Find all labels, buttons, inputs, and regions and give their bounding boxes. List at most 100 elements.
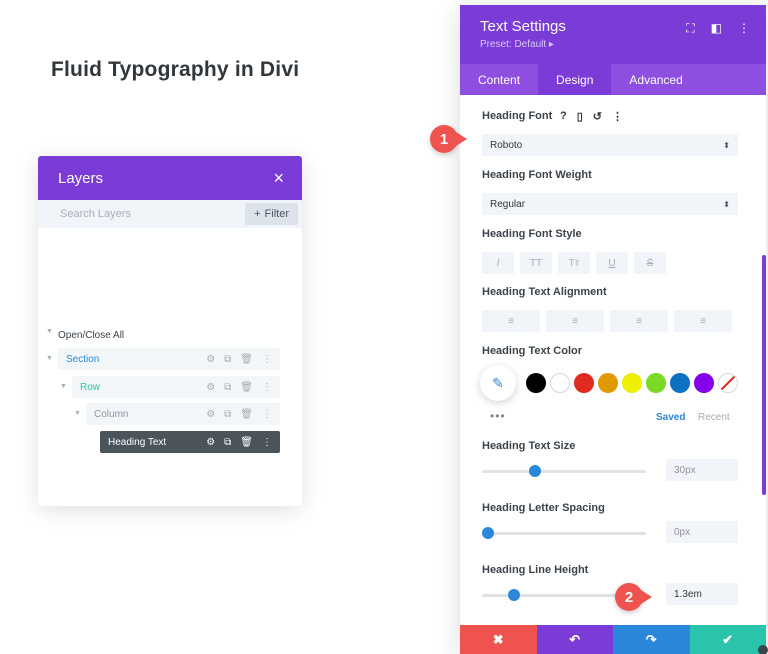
corner-dot: [758, 645, 768, 654]
heading-letter-spacing-slider[interactable]: [482, 527, 646, 539]
more-icon[interactable]: ⋮: [738, 21, 750, 36]
split-view-icon[interactable]: ◧: [711, 21, 722, 36]
fullscreen-icon[interactable]: ⛶: [686, 21, 694, 36]
trash-icon[interactable]: 🗑: [240, 382, 253, 393]
more-icon[interactable]: ⋮: [612, 110, 623, 123]
layer-label: Row: [80, 381, 101, 393]
slider-knob[interactable]: [482, 527, 494, 539]
duplicate-icon[interactable]: ⧉: [224, 354, 231, 365]
more-colors-icon[interactable]: •••: [490, 409, 506, 423]
color-swatch[interactable]: [694, 373, 714, 393]
duplicate-icon[interactable]: ⧉: [224, 382, 231, 393]
layers-search-bar: + Filter: [38, 200, 302, 228]
undo-button[interactable]: ↶: [536, 625, 613, 654]
uppercase-button[interactable]: TT: [520, 252, 552, 274]
duplicate-icon[interactable]: ⧉: [224, 437, 231, 448]
italic-button[interactable]: I: [482, 252, 514, 274]
more-icon[interactable]: ⋮: [262, 437, 272, 448]
heading-text-size-input[interactable]: 30px: [666, 459, 738, 481]
trash-icon[interactable]: 🗑: [240, 409, 253, 420]
gear-icon[interactable]: ⚙: [206, 409, 215, 420]
heading-font-select[interactable]: Roboto ⬍: [482, 134, 738, 156]
discard-button[interactable]: ✖: [460, 625, 537, 654]
strikethrough-button[interactable]: S: [634, 252, 666, 274]
heading-font-icons: ? ▯ ↺ ⋮: [560, 110, 623, 123]
alignment-buttons: ≡ ≡ ≡ ≡: [482, 310, 732, 332]
layer-item-section[interactable]: Section ⚙ ⧉ 🗑 ⋮: [58, 348, 280, 370]
tab-advanced[interactable]: Advanced: [611, 64, 700, 95]
align-left-icon[interactable]: ≡: [482, 310, 540, 332]
font-style-buttons: I TT Tт U S: [482, 252, 666, 274]
slider-knob[interactable]: [507, 589, 520, 601]
align-right-icon[interactable]: ≡: [610, 310, 668, 332]
open-close-all[interactable]: Open/Close All: [58, 324, 124, 346]
align-justify-icon[interactable]: ≡: [674, 310, 732, 332]
header-icons: ⛶ ◧ ⋮: [686, 21, 750, 36]
heading-line-height-label: Heading Line Height: [482, 564, 589, 576]
heading-letter-spacing-input[interactable]: 0px: [666, 521, 738, 543]
more-icon[interactable]: ⋮: [262, 354, 272, 365]
heading-text-size-label: Heading Text Size: [482, 440, 576, 452]
layer-actions: ⚙ ⧉ 🗑 ⋮: [206, 382, 272, 393]
settings-body: Heading Font ? ▯ ↺ ⋮ Roboto ⬍ Heading Fo…: [460, 95, 766, 625]
caret-down-icon[interactable]: ▼: [74, 410, 81, 417]
layer-item-row[interactable]: Row ⚙ ⧉ 🗑 ⋮: [72, 376, 280, 398]
heading-line-height-input[interactable]: 1.3em: [666, 583, 738, 605]
check-icon: ✔: [722, 631, 734, 647]
trash-icon[interactable]: 🗑: [240, 437, 253, 448]
layer-item-column[interactable]: Column ⚙ ⧉ 🗑 ⋮: [86, 403, 280, 425]
undo-icon: ↶: [569, 631, 581, 647]
heading-font-weight-select[interactable]: Regular ⬍: [482, 193, 738, 215]
slider-knob[interactable]: [529, 465, 542, 477]
heading-text-alignment-label: Heading Text Alignment: [482, 286, 607, 298]
layer-item-heading-text[interactable]: Heading Text ⚙ ⧉ 🗑 ⋮: [100, 431, 280, 453]
saved-colors-tab[interactable]: Saved: [656, 412, 685, 423]
callout-badge-2: 2: [615, 583, 652, 611]
settings-tabs: Content Design Advanced: [460, 64, 766, 95]
capitalize-button[interactable]: Tт: [558, 252, 590, 274]
close-icon: ✖: [492, 631, 504, 647]
align-center-icon[interactable]: ≡: [546, 310, 604, 332]
layers-header: Layers ×: [38, 156, 302, 200]
caret-down-icon[interactable]: ▼: [46, 355, 53, 362]
color-swatch[interactable]: [574, 373, 594, 393]
page-title: Fluid Typography in Divi: [51, 58, 300, 81]
save-button[interactable]: ✔: [689, 625, 766, 654]
underline-button[interactable]: U: [596, 252, 628, 274]
redo-button[interactable]: ↷: [613, 625, 690, 654]
caret-down-icon[interactable]: ▼: [60, 383, 67, 390]
recent-colors-tab[interactable]: Recent: [698, 412, 730, 423]
layer-actions: ⚙ ⧉ 🗑 ⋮: [206, 354, 272, 365]
duplicate-icon[interactable]: ⧉: [224, 409, 231, 420]
preset-selector[interactable]: Preset: Default ▸: [480, 39, 766, 50]
help-icon[interactable]: ?: [560, 110, 567, 123]
color-swatch[interactable]: [622, 373, 642, 393]
more-icon[interactable]: ⋮: [262, 382, 272, 393]
heading-text-size-slider[interactable]: [482, 465, 646, 477]
search-layers-input[interactable]: [60, 208, 210, 220]
color-swatch[interactable]: [646, 373, 666, 393]
color-swatch[interactable]: [526, 373, 546, 393]
open-close-all-label: Open/Close All: [58, 329, 125, 341]
color-swatches: [526, 373, 738, 393]
close-icon[interactable]: ×: [273, 169, 284, 187]
caret-down-icon[interactable]: ▼: [46, 328, 53, 335]
gear-icon[interactable]: ⚙: [206, 382, 215, 393]
scrollbar[interactable]: [762, 255, 766, 495]
tab-design[interactable]: Design: [538, 64, 612, 95]
tab-content[interactable]: Content: [460, 64, 538, 95]
filter-button[interactable]: + Filter: [245, 203, 298, 225]
gear-icon[interactable]: ⚙: [206, 437, 215, 448]
eyedropper-icon[interactable]: ✎: [480, 365, 516, 401]
color-swatch[interactable]: [598, 373, 618, 393]
layers-tree: ▼ Open/Close All ▼ Section ⚙ ⧉ 🗑 ⋮ ▼ Row…: [38, 228, 302, 453]
gear-icon[interactable]: ⚙: [206, 354, 215, 365]
heading-font-weight-label: Heading Font Weight: [482, 169, 592, 181]
color-swatch[interactable]: [550, 373, 570, 393]
trash-icon[interactable]: 🗑: [240, 354, 253, 365]
color-swatch[interactable]: [670, 373, 690, 393]
reset-icon[interactable]: ↺: [593, 110, 602, 123]
more-icon[interactable]: ⋮: [262, 409, 272, 420]
no-color-swatch[interactable]: [718, 373, 738, 393]
mobile-icon[interactable]: ▯: [577, 110, 583, 123]
